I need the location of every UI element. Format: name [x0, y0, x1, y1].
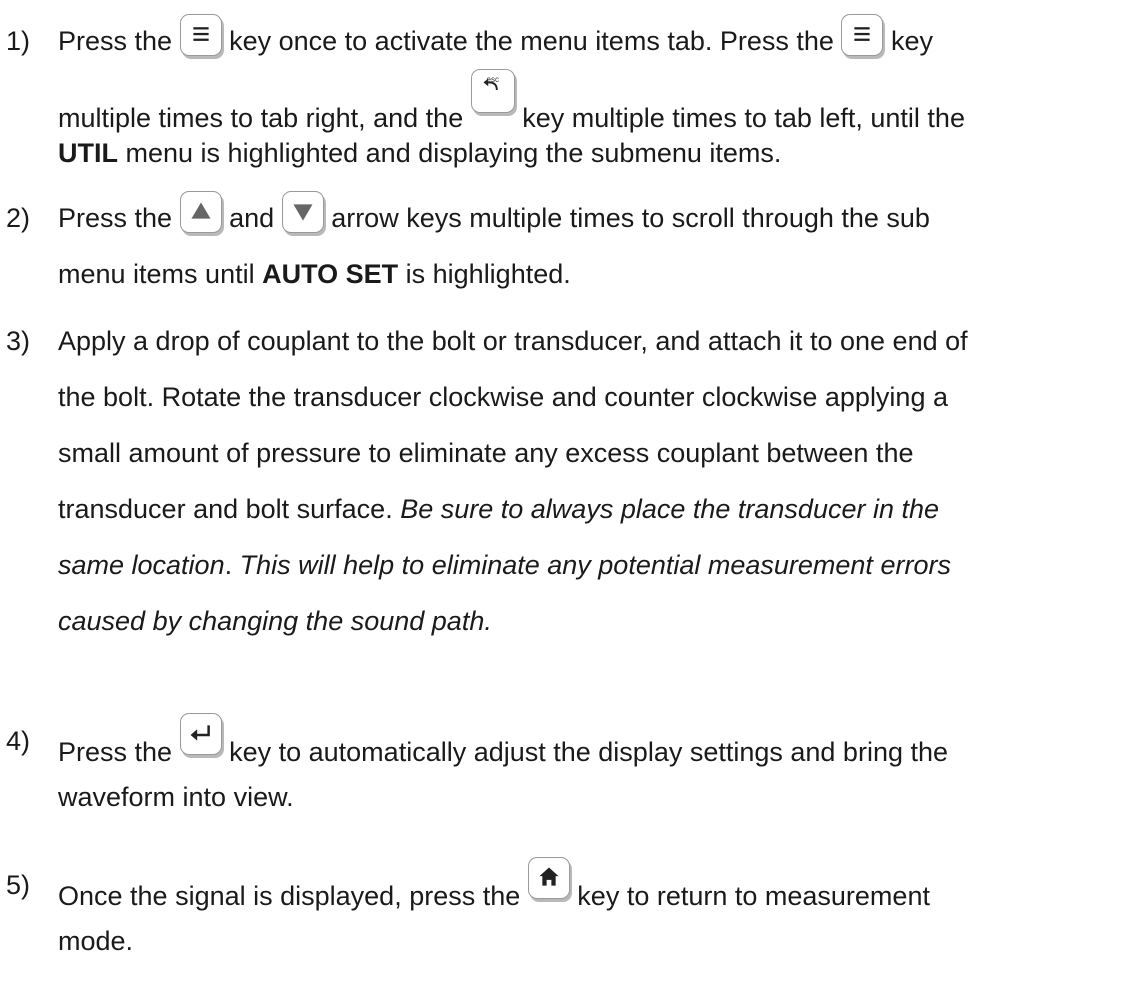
home-key-icon	[527, 857, 570, 899]
text-run: arrow keys multiple times to scroll thro…	[331, 203, 930, 233]
text-run: is highlighted.	[405, 259, 571, 289]
menu-item-auto-set: AUTO SET	[262, 259, 399, 289]
text-run: Once the signal is displayed, press the	[58, 881, 521, 911]
text-run: transducer and bolt surface.	[58, 494, 393, 524]
step-number: 2)	[6, 203, 31, 233]
text-line: Once the signal is displayed, press the …	[58, 857, 1148, 913]
text-run: menu is highlighted and displaying the s…	[125, 138, 782, 168]
step-text: Once the signal is displayed, press the …	[58, 857, 1148, 969]
step-text: Press the and arrow keys multiple times …	[58, 190, 1148, 302]
text-line: same location. This will help to elimina…	[58, 537, 1148, 593]
text-line: mode.	[58, 926, 134, 956]
text-run: and	[229, 203, 275, 233]
text-run: key	[890, 26, 933, 56]
text-line: UTIL menu is highlighted and displaying …	[58, 125, 1148, 181]
italic-note: This will help to eliminate any potentia…	[239, 550, 951, 580]
text-line: Apply a drop of couplant to the bolt or …	[58, 326, 968, 356]
italic-note: caused by changing the sound path.	[58, 606, 492, 636]
step-text: Apply a drop of couplant to the bolt or …	[58, 313, 1148, 649]
text-run: key once to activate the menu items tab.…	[229, 26, 834, 56]
text-run: Press the	[58, 737, 173, 767]
text-line: Press the and arrow keys multiple times …	[58, 190, 1148, 246]
escape-key-icon: esc	[470, 69, 515, 113]
down-arrow-key-icon	[281, 191, 324, 233]
enter-key-icon	[179, 713, 222, 755]
text-line: Press the key to automatically adjust th…	[58, 713, 1148, 769]
text-line: menu items until AUTO SET is highlighted…	[58, 246, 1148, 302]
text-line: the bolt. Rotate the transducer clockwis…	[58, 382, 948, 412]
text-line: small amount of pressure to eliminate an…	[58, 438, 914, 468]
text-line: transducer and bolt surface. Be sure to …	[58, 481, 1148, 537]
text-run: Press the	[58, 26, 173, 56]
italic-note: Be sure to always place the transducer i…	[400, 494, 940, 524]
escape-key-label: esc	[486, 75, 499, 84]
step-number: 5)	[6, 870, 31, 900]
text-run: key to return to measurement	[577, 881, 930, 911]
text-line: waveform into view.	[58, 782, 294, 812]
step-number: 4)	[6, 726, 31, 756]
step-number: 1)	[6, 26, 31, 56]
text-run: .	[224, 550, 233, 580]
text-line: Press the key once to activate the menu …	[58, 13, 1148, 69]
text-run: menu items until	[58, 259, 255, 289]
menu-key-icon	[179, 14, 222, 56]
text-run: key to automatically adjust the display …	[229, 737, 949, 767]
italic-note: same location	[58, 550, 225, 580]
text-run: Press the	[58, 203, 173, 233]
menu-key-icon	[841, 14, 884, 56]
step-text: Press the key to automatically adjust th…	[58, 713, 1148, 825]
menu-name-util: UTIL	[58, 138, 118, 168]
text-line: multiple times to tab right, and the esc…	[58, 69, 1148, 133]
up-arrow-key-icon	[179, 191, 222, 233]
step-number: 3)	[6, 326, 31, 356]
step-text: Press the key once to activate the menu …	[58, 13, 1148, 181]
